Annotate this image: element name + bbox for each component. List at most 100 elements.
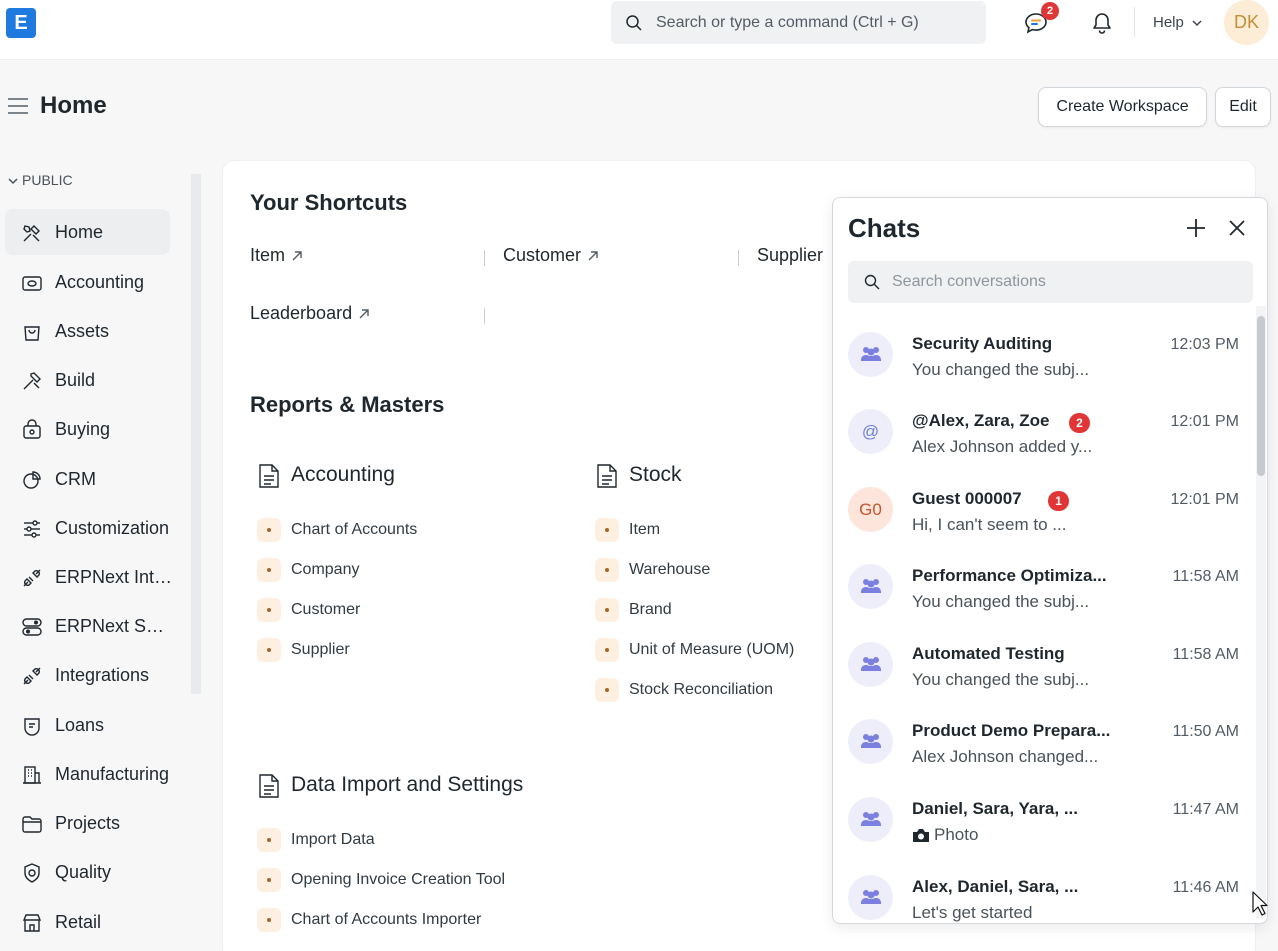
shortcut-leaderboard[interactable]: Leaderboard xyxy=(250,303,370,324)
plus-icon[interactable] xyxy=(1186,218,1206,238)
link-company[interactable]: Company xyxy=(291,561,359,579)
link-item[interactable]: Item xyxy=(629,521,660,539)
app-logo[interactable]: E xyxy=(6,8,36,38)
page-title: Home xyxy=(40,92,107,119)
guest-avatar: G0 xyxy=(848,487,893,532)
folder-icon xyxy=(22,816,42,833)
plug-icon xyxy=(23,569,41,587)
link-uom[interactable]: Unit of Measure (UOM) xyxy=(629,641,794,659)
shortcut-label: Customer xyxy=(503,245,582,265)
sidebar-item-label: Accounting xyxy=(55,272,145,292)
sidebar-item-erpnext-integrations[interactable]: ERPNext Integrations xyxy=(5,554,173,600)
sidebar-item-quality[interactable]: Quality xyxy=(5,849,170,895)
shortcut-label: Item xyxy=(250,245,286,265)
sidebar-item-buying[interactable]: Buying xyxy=(5,406,170,452)
link-customer[interactable]: Customer xyxy=(291,601,360,619)
group-icon xyxy=(861,734,881,748)
sidebar-section-public[interactable]: PUBLIC xyxy=(8,172,73,188)
chat-room-preview: You changed the subj... xyxy=(912,670,1090,689)
sidebar-item-erpnext-settings[interactable]: ERPNext Settings xyxy=(5,603,173,649)
bullet-icon xyxy=(257,558,281,582)
sidebar-item-assets[interactable]: Assets xyxy=(5,308,170,354)
hamburger-icon[interactable] xyxy=(8,98,28,114)
shortcut-customer[interactable]: Customer xyxy=(503,245,599,266)
chat-room[interactable]: Product Demo Prepara... 11:50 AM Alex Jo… xyxy=(833,719,1253,797)
unread-badge: 2 xyxy=(1069,413,1090,433)
chat-room-time: 12:03 PM xyxy=(1170,336,1239,353)
sidebar-scrollbar[interactable] xyxy=(191,174,201,694)
chat-room[interactable]: Alex, Daniel, Sara, ... 11:46 AM Let's g… xyxy=(833,875,1253,923)
close-icon[interactable] xyxy=(1229,220,1245,236)
user-avatar[interactable]: DK xyxy=(1224,0,1269,45)
shortcut-supplier[interactable]: Supplier xyxy=(757,245,823,266)
search-placeholder: Search or type a command (Ctrl + G) xyxy=(656,14,919,31)
chat-room-preview: Hi, I can't seem to ... xyxy=(912,515,1067,534)
basket-icon xyxy=(23,419,41,439)
sidebar-item-label: ERPNext Settings xyxy=(55,616,173,636)
chat-room[interactable]: Daniel, Sara, Yara, ... 11:47 AM Photo xyxy=(833,797,1253,875)
create-workspace-button[interactable]: Create Workspace xyxy=(1038,87,1207,127)
link-stock-reconciliation[interactable]: Stock Reconciliation xyxy=(629,681,773,699)
chat-room-name: Performance Optimiza... xyxy=(912,566,1107,585)
sliders-icon xyxy=(24,520,40,538)
link-chart-of-accounts[interactable]: Chart of Accounts xyxy=(291,521,417,539)
wallet-icon xyxy=(22,276,42,291)
sidebar-item-crm[interactable]: CRM xyxy=(5,456,170,502)
sidebar-item-retail[interactable]: Retail xyxy=(5,899,170,945)
document-icon xyxy=(259,774,279,798)
search-icon xyxy=(864,274,880,290)
link-import-data[interactable]: Import Data xyxy=(291,831,375,849)
group-icon xyxy=(861,812,881,826)
toggle-icon xyxy=(22,618,42,636)
chat-room-preview: Photo xyxy=(912,825,978,845)
sidebar-item-customization[interactable]: Customization xyxy=(5,505,170,551)
store-icon xyxy=(22,914,42,932)
unread-badge: 1 xyxy=(1048,491,1069,511)
chat-room-preview: Alex Johnson changed... xyxy=(912,747,1099,766)
chat-scrollbar-thumb[interactable] xyxy=(1257,316,1265,476)
sidebar-item-accounting[interactable]: Accounting xyxy=(5,259,170,305)
help-dropdown[interactable]: Help xyxy=(1153,14,1202,31)
sidebar-item-build[interactable]: Build xyxy=(5,357,170,403)
reports-heading: Reports & Masters xyxy=(250,392,445,417)
group-icon xyxy=(861,657,881,671)
sidebar-item-projects[interactable]: Projects xyxy=(5,800,170,846)
navbar-divider xyxy=(1134,7,1135,37)
link-supplier[interactable]: Supplier xyxy=(291,641,350,659)
chat-room[interactable]: Security Auditing 12:03 PM You changed t… xyxy=(833,332,1253,410)
chevron-down-icon xyxy=(8,178,18,185)
document-icon xyxy=(259,464,279,488)
chat-room[interactable]: @ @Alex, Zara, Zoe 2 12:01 PM Alex Johns… xyxy=(833,409,1253,487)
avatar-text: @ xyxy=(861,422,880,441)
link-warehouse[interactable]: Warehouse xyxy=(629,561,710,579)
link-brand[interactable]: Brand xyxy=(629,601,672,619)
sidebar-item-loans[interactable]: Loans xyxy=(5,702,170,748)
arrow-up-right-icon xyxy=(359,309,369,319)
bullet-icon xyxy=(595,558,619,582)
chat-room-time: 11:46 AM xyxy=(1172,879,1239,896)
link-coa-importer[interactable]: Chart of Accounts Importer xyxy=(291,911,481,929)
plug-icon xyxy=(23,667,41,685)
command-search-bar[interactable]: Search or type a command (Ctrl + G) xyxy=(611,1,986,44)
bell-icon[interactable] xyxy=(1092,12,1112,34)
sidebar-item-label: Loans xyxy=(55,715,105,735)
chat-room-preview: You changed the subj... xyxy=(912,360,1090,379)
chat-room[interactable]: G0 Guest 000007 1 12:01 PM Hi, I can't s… xyxy=(833,487,1253,565)
conversation-search-input[interactable]: Search conversations xyxy=(848,261,1253,303)
arrow-up-right-icon xyxy=(588,251,598,261)
chat-room[interactable]: Automated Testing 11:58 AM You changed t… xyxy=(833,642,1253,720)
edit-button[interactable]: Edit xyxy=(1215,87,1271,127)
shield-icon xyxy=(24,863,40,883)
sidebar-item-home[interactable]: Home xyxy=(5,209,170,255)
shortcut-item[interactable]: Item xyxy=(250,245,303,266)
card-title-accounting: Accounting xyxy=(291,463,395,486)
chat-room-name: Product Demo Prepara... xyxy=(912,721,1111,740)
document-icon xyxy=(597,464,617,488)
sidebar-item-label: ERPNext Integrations xyxy=(55,567,173,587)
link-opening-invoice[interactable]: Opening Invoice Creation Tool xyxy=(291,871,505,889)
sidebar-item-integrations[interactable]: Integrations xyxy=(5,652,170,698)
chat-room[interactable]: Performance Optimiza... 11:58 AM You cha… xyxy=(833,564,1253,642)
shortcut-divider xyxy=(484,250,485,266)
sidebar-item-manufacturing[interactable]: Manufacturing xyxy=(5,751,170,797)
chevron-down-icon xyxy=(1192,20,1202,27)
